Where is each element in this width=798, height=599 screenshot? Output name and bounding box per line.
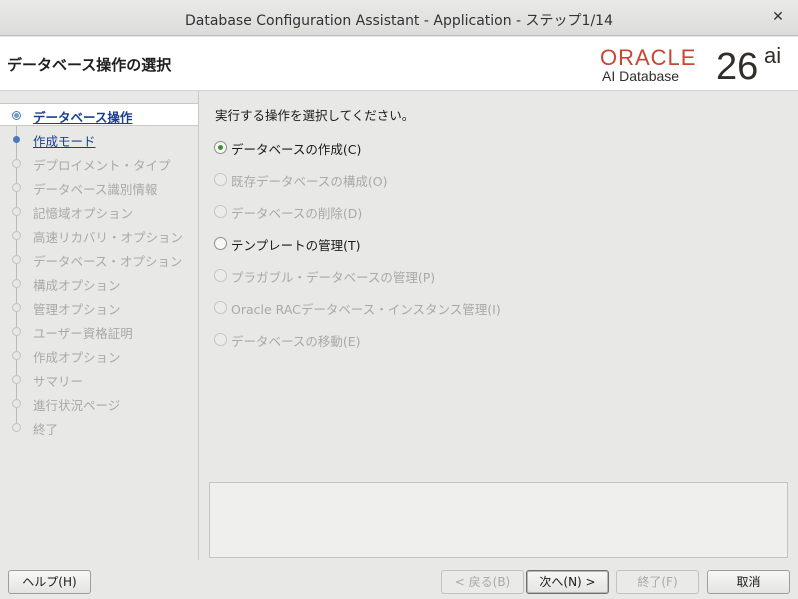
step-dot-icon — [12, 159, 21, 168]
option-label: Oracle RACデータベース・インスタンス管理(I) — [231, 302, 501, 317]
logo-suffix-text: ai — [764, 43, 782, 68]
option-manage-pluggable-databases: プラガブル・データベースの管理(P) — [214, 266, 614, 286]
close-icon[interactable]: ✕ — [770, 7, 786, 27]
radio-button — [214, 173, 227, 186]
option-label: データベースの移動(E) — [231, 334, 361, 349]
option-label: テンプレートの管理(T) — [231, 238, 361, 253]
oracle-logo: ORACLE AI Database 26 ai — [600, 43, 790, 88]
step-dot-icon — [12, 351, 21, 360]
step-dot-icon — [12, 183, 21, 192]
step-label: 作成モード — [33, 134, 96, 149]
option-rac-instance-management: Oracle RACデータベース・インスタンス管理(I) — [214, 298, 614, 318]
step-label: 進行状況ページ — [33, 398, 121, 413]
step-label: サマリー — [33, 374, 84, 389]
step-navigation: データベース操作 作成モード デプロイメント・タイプ データベース識別情報 記憶… — [0, 91, 199, 560]
step-item-configuration-options: 構成オプション — [0, 272, 199, 295]
window-titlebar: Database Configuration Assistant - Appli… — [0, 0, 798, 36]
step-item-progress-page: 進行状況ページ — [0, 392, 199, 415]
step-dot-icon — [12, 303, 21, 312]
step-item-finish: 終了 — [0, 416, 199, 439]
option-label: データベースの作成(C) — [231, 142, 362, 157]
radio-button — [214, 333, 227, 346]
step-label: データベース・オプション — [33, 254, 183, 269]
step-dot-icon — [12, 279, 21, 288]
message-area — [209, 482, 788, 558]
cancel-button[interactable]: 取消 — [707, 570, 790, 594]
main-panel: 実行する操作を選択してください。 データベースの作成(C) 既存データベースの構… — [200, 91, 798, 560]
step-item-creation-option: 作成オプション — [0, 344, 199, 367]
finish-button: 終了(F) — [616, 570, 699, 594]
step-item-creation-mode[interactable]: 作成モード — [0, 128, 199, 151]
page-title: データベース操作の選択 — [7, 56, 172, 74]
option-label: プラガブル・データベースの管理(P) — [231, 270, 436, 285]
step-label: 記憶域オプション — [33, 206, 134, 221]
step-dot-icon — [12, 327, 21, 336]
step-item-storage-option: 記憶域オプション — [0, 200, 199, 223]
step-item-database-identification: データベース識別情報 — [0, 176, 199, 199]
radio-button — [214, 301, 227, 314]
radio-button — [214, 269, 227, 282]
step-dot-icon — [12, 231, 21, 240]
option-label: 既存データベースの構成(O) — [231, 174, 388, 189]
option-create-database[interactable]: データベースの作成(C) — [214, 138, 614, 158]
step-label: データベース操作 — [33, 110, 133, 125]
step-item-summary: サマリー — [0, 368, 199, 391]
step-label: 管理オプション — [33, 302, 121, 317]
option-move-database: データベースの移動(E) — [214, 330, 614, 350]
step-dot-icon — [13, 136, 20, 143]
step-label: 高速リカバリ・オプション — [33, 230, 184, 245]
step-label: 終了 — [33, 422, 59, 437]
page-header: データベース操作の選択 ORACLE AI Database 26 ai — [0, 37, 798, 91]
step-item-deployment-type: デプロイメント・タイプ — [0, 152, 199, 175]
step-dot-icon — [12, 375, 21, 384]
operation-prompt: 実行する操作を選択してください。 — [215, 108, 415, 123]
step-item-user-credentials: ユーザー資格証明 — [0, 320, 199, 343]
step-label: 構成オプション — [33, 278, 121, 293]
step-dot-icon — [12, 399, 21, 408]
step-dot-icon — [12, 255, 21, 264]
step-label: 作成オプション — [33, 350, 121, 365]
step-dot-icon — [12, 423, 21, 432]
option-delete-database: データベースの削除(D) — [214, 202, 614, 222]
step-dot-icon — [12, 207, 21, 216]
help-button[interactable]: ヘルプ(H) — [8, 570, 91, 594]
window-title: Database Configuration Assistant - Appli… — [185, 13, 613, 29]
step-label: デプロイメント・タイプ — [33, 158, 171, 173]
step-item-database-operation[interactable]: データベース操作 — [0, 103, 198, 126]
option-manage-templates[interactable]: テンプレートの管理(T) — [214, 234, 614, 254]
step-label: データベース識別情報 — [33, 182, 158, 197]
step-item-fast-recovery-option: 高速リカバリ・オプション — [0, 224, 199, 247]
option-label: データベースの削除(D) — [231, 206, 363, 221]
back-button: < 戻る(B) — [441, 570, 524, 594]
radio-button[interactable] — [214, 141, 227, 154]
logo-version-text: 26 — [716, 46, 759, 88]
step-label: ユーザー資格証明 — [33, 326, 133, 341]
step-current-icon — [12, 111, 21, 120]
next-button[interactable]: 次へ(N) > — [526, 570, 609, 594]
logo-product-text: AI Database — [602, 68, 680, 84]
step-item-management-options: 管理オプション — [0, 296, 199, 319]
step-item-database-options: データベース・オプション — [0, 248, 199, 271]
option-configure-existing-database: 既存データベースの構成(O) — [214, 170, 614, 190]
radio-button — [214, 205, 227, 218]
radio-button[interactable] — [214, 237, 227, 250]
